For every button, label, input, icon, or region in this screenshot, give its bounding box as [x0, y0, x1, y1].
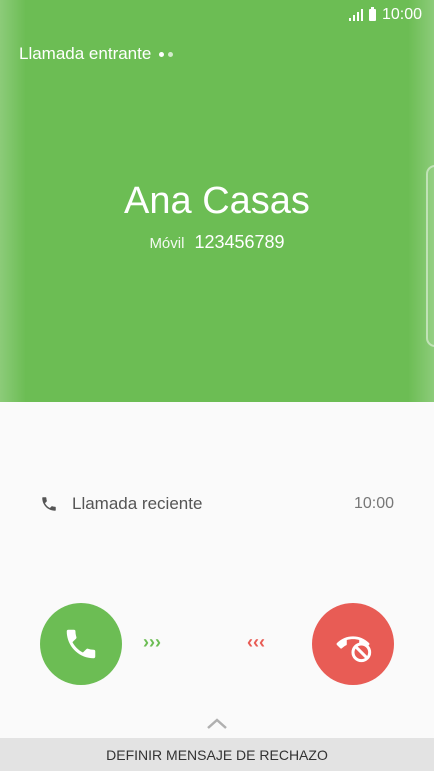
reject-message-button[interactable]: DEFINIR MENSAJE DE RECHAZO	[0, 738, 434, 771]
recent-call-row: Llamada reciente 10:00	[40, 490, 394, 518]
edge-panel-handle[interactable]	[426, 165, 434, 347]
signal-icon	[348, 9, 363, 21]
caller-number: 123456789	[194, 232, 285, 252]
caller-header-panel: 10:00 Llamada entrante Ana Casas Móvil 12…	[0, 0, 434, 402]
recent-call-time: 10:00	[353, 495, 394, 512]
caller-name: Ana Casas	[124, 180, 310, 222]
recent-call-label: Llamada reciente	[72, 494, 203, 513]
chevron-up-icon[interactable]	[205, 716, 229, 730]
caller-number-line: Móvil 123456789	[0, 232, 434, 253]
incoming-call-label: Llamada entrante	[19, 44, 174, 64]
number-type: Móvil	[149, 235, 185, 252]
status-bar: 10:00	[348, 5, 422, 25]
status-time: 10:00	[381, 6, 422, 23]
dots-icon	[159, 51, 174, 57]
accept-swipe-chevrons: ›››	[143, 632, 161, 652]
incoming-call-text: Llamada entrante	[19, 44, 152, 63]
phone-icon	[66, 629, 96, 659]
battery-icon	[368, 7, 376, 21]
phone-decline-icon	[336, 636, 372, 663]
decline-swipe-chevrons: ‹‹‹	[247, 632, 265, 652]
phone-icon	[42, 497, 56, 511]
reject-message-label: DEFINIR MENSAJE DE RECHAZO	[106, 746, 328, 763]
accept-call-button[interactable]	[40, 603, 122, 685]
decline-call-button[interactable]	[312, 603, 394, 685]
